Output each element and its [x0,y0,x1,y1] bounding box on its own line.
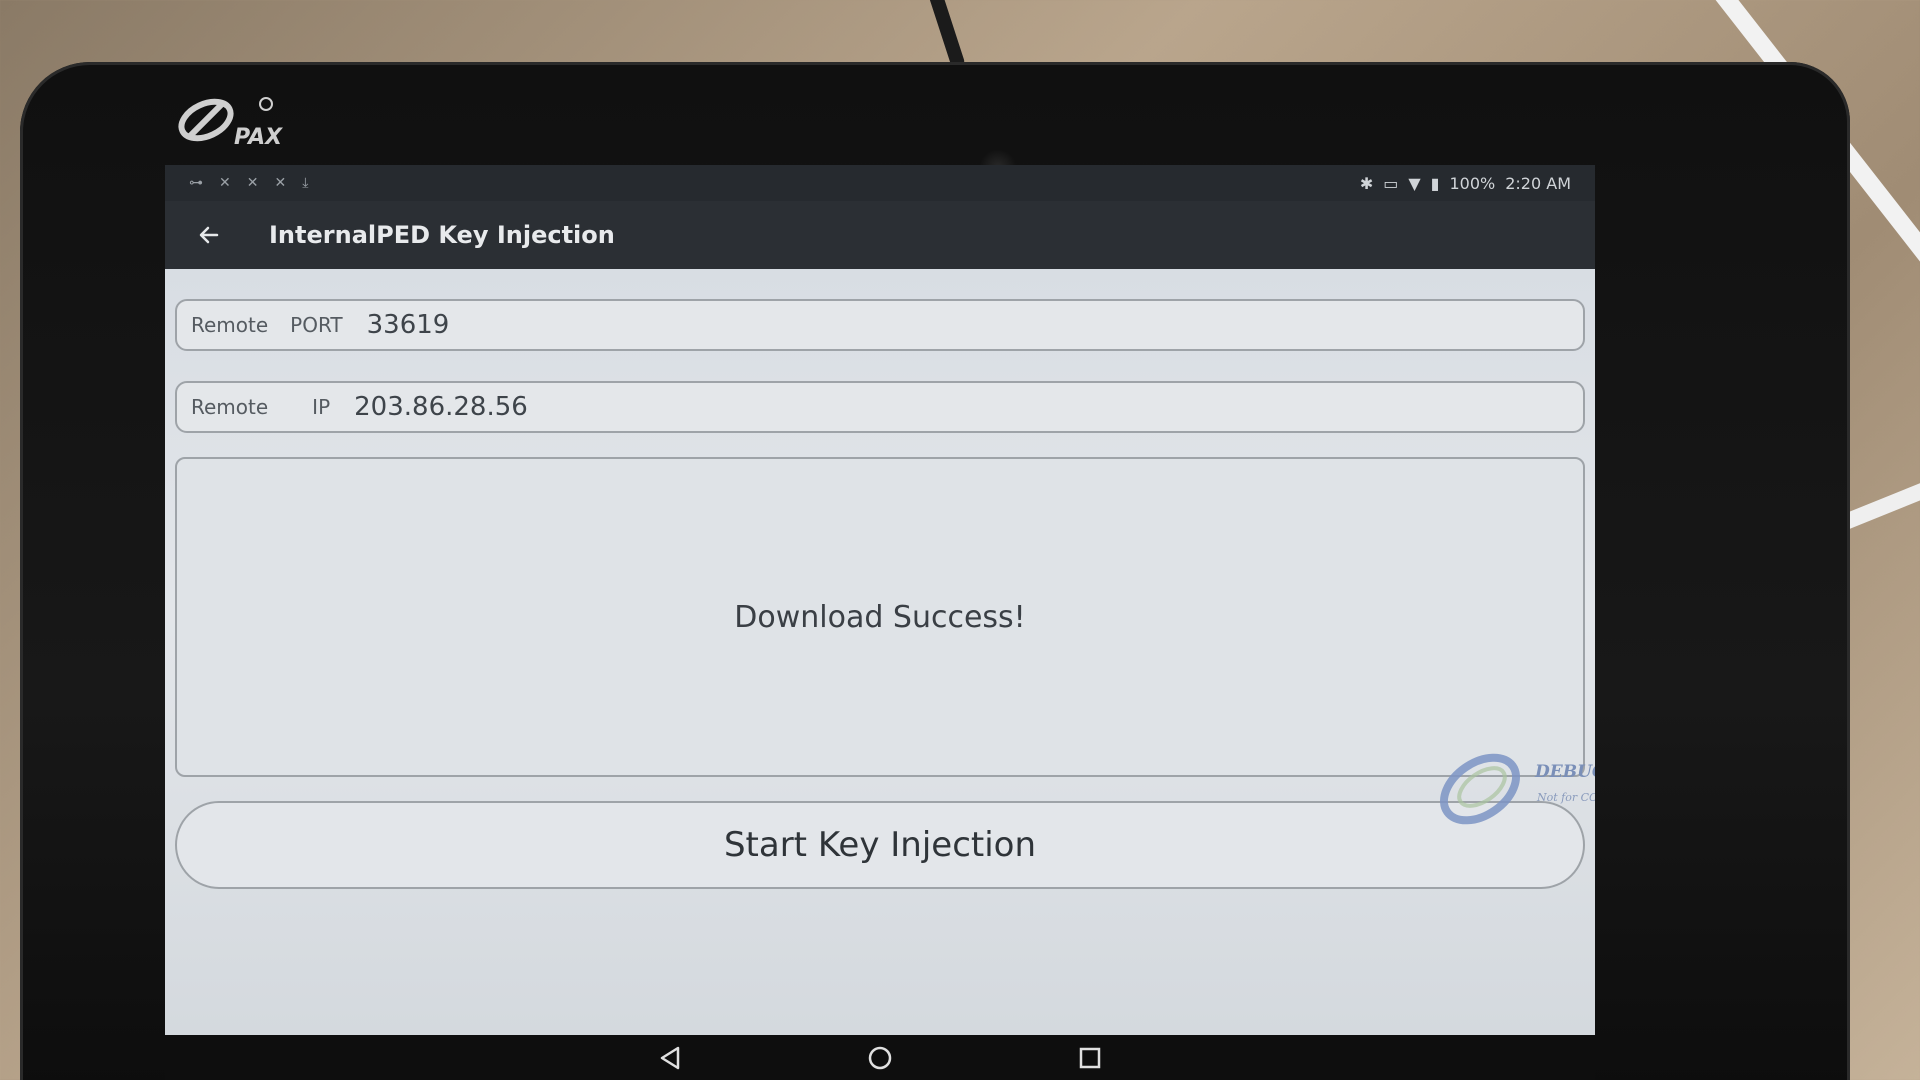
usb-icon: ⊶ [189,175,203,191]
download-icon: ⤓ [302,175,309,191]
nav-back-button[interactable] [650,1038,690,1078]
remote-port-field[interactable]: Remote PORT [175,299,1585,351]
page-title: InternalPED Key Injection [269,221,615,249]
system-nav-bar [165,1035,1595,1080]
battery-level: 100% [1449,173,1496,193]
remote-port-label-1: Remote [191,313,269,337]
clock: 2:20 AM [1505,173,1571,193]
arrow-left-icon [199,226,219,244]
battery-icon: ▮ [1430,173,1440,193]
bluetooth-icon: ✱ [1359,173,1374,193]
result-message: Download Success! [734,599,1026,635]
pax-logo-icon: PAX [178,97,283,150]
nav-recents-button[interactable] [1070,1038,1110,1078]
recents-icon [1079,1047,1101,1068]
status-bar: ⊶ ✕ ✕ ✕ ⤓ ✱ ▭ ▼ ▮ 100% 2:20 AM [165,165,1595,201]
remote-ip-input[interactable] [352,391,957,423]
remote-ip-label-1: Remote [191,395,269,419]
desk-cable [927,0,967,71]
wifi-icon: ▼ [1408,173,1421,193]
brand-name: PAX [234,125,283,150]
cast-icon: ▭ [1383,173,1399,193]
remote-port-label-2: PORT [290,313,343,337]
result-panel: Download Success! [175,457,1585,777]
debug-watermark-icon [1440,753,1521,825]
start-key-injection-button[interactable]: Start Key Injection [175,801,1585,889]
back-button[interactable] [189,215,229,255]
notification-icon: ✕ [274,175,287,191]
status-left-icons: ⊶ ✕ ✕ ✕ ⤓ [189,175,308,191]
status-right-icons: ✱ ▭ ▼ ▮ 100% 2:20 AM [1360,174,1571,193]
remote-port-input[interactable] [364,309,969,341]
home-icon [868,1046,892,1069]
notification-icon: ✕ [219,175,231,191]
start-key-injection-label: Start Key Injection [723,825,1037,865]
watermark-line-1: DEBUG only [1535,762,1595,782]
remote-ip-field[interactable]: Remote IP [175,381,1585,433]
main-content: Remote PORT Remote IP Download Success! … [165,269,1595,1035]
back-icon [660,1046,680,1069]
remote-ip-label-2: IP [312,395,331,419]
watermark-line-2: Not for COMMERCIAL [1537,791,1595,804]
device-screen: ⊶ ✕ ✕ ✕ ⤓ ✱ ▭ ▼ ▮ 100% 2:20 AM InternalP… [165,165,1595,1035]
notification-icon: ✕ [246,175,259,191]
nav-home-button[interactable] [860,1038,900,1078]
app-bar: InternalPED Key Injection [165,201,1595,269]
